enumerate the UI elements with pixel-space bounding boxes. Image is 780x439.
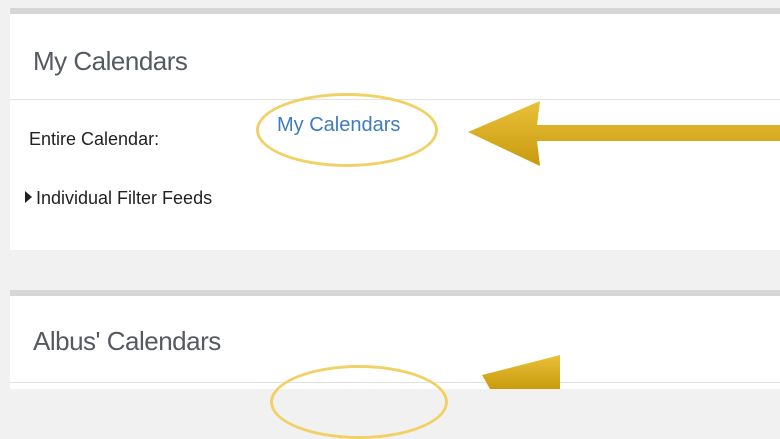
- arrow-left-icon: [468, 101, 780, 389]
- arrow-left-icon: [482, 355, 560, 389]
